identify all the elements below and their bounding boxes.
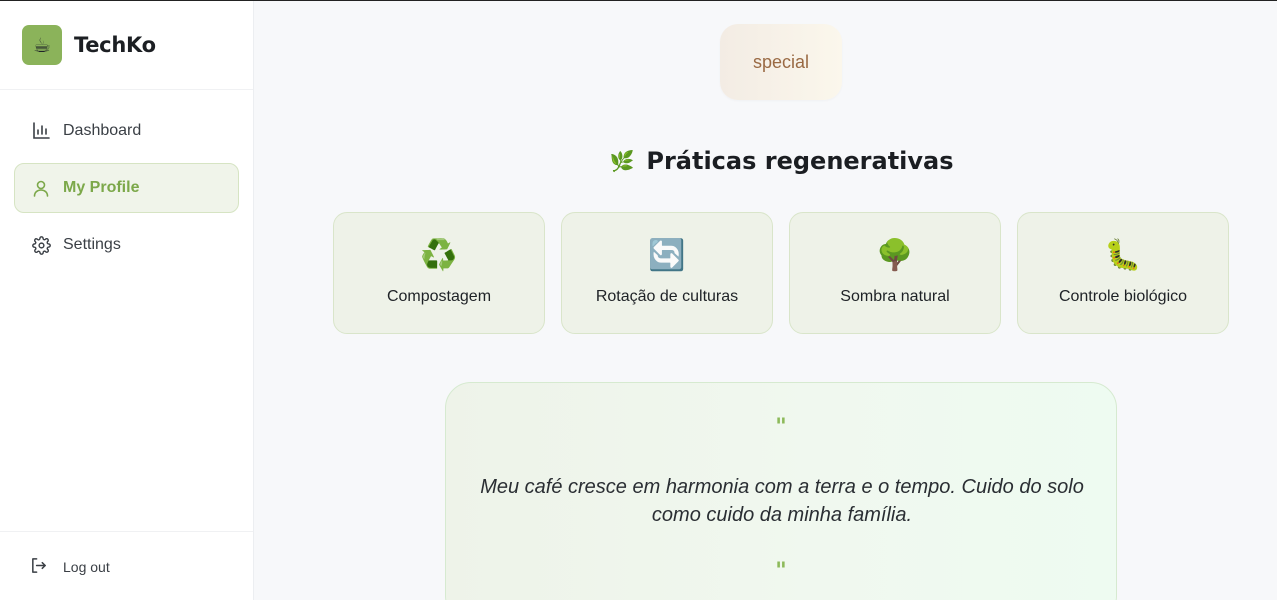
rotate-icon: 🔄 <box>648 239 686 272</box>
logout-button[interactable]: Log out <box>0 531 253 600</box>
herb-icon: 🌿 <box>609 149 635 173</box>
sidebar-item-dashboard[interactable]: Dashboard <box>14 106 239 156</box>
section-title-text: Práticas regenerativas <box>646 147 954 175</box>
gear-icon <box>31 235 51 255</box>
section-title: 🌿 Práticas regenerativas <box>254 147 1277 175</box>
practice-label: Sombra natural <box>840 288 950 305</box>
quote-text: Meu café cresce em harmonia com a terra … <box>480 476 1084 526</box>
practice-label: Compostagem <box>386 288 492 305</box>
practice-card-controle[interactable]: 🐛 Controle biológico <box>1017 212 1229 334</box>
sidebar: ☕ TechKo Dashboard My Profile Settings L… <box>0 1 254 600</box>
tree-icon: 🌳 <box>876 239 914 272</box>
practice-card-compostagem[interactable]: ♻️ Compostagem <box>333 212 545 334</box>
sidebar-item-settings[interactable]: Settings <box>14 220 239 270</box>
practices-list: ♻️ Compostagem 🔄 Rotação de culturas 🌳 S… <box>333 212 1229 334</box>
brand-name: TechKo <box>74 33 156 57</box>
bar-chart-icon <box>31 121 51 141</box>
sidebar-item-label: My Profile <box>63 179 140 196</box>
logout-icon <box>30 557 47 577</box>
caterpillar-icon: 🐛 <box>1104 239 1142 272</box>
brand-logo[interactable]: ☕ <box>22 25 62 65</box>
brand-header: ☕ TechKo <box>0 1 253 90</box>
sidebar-nav: Dashboard My Profile Settings <box>0 90 253 270</box>
practice-card-sombra[interactable]: 🌳 Sombra natural <box>789 212 1001 334</box>
quote-open-mark: " <box>775 415 787 440</box>
logout-label: Log out <box>63 558 110 575</box>
recycle-icon: ♻️ <box>420 239 458 272</box>
practice-label: Controle biológico <box>1058 288 1188 305</box>
user-icon <box>31 178 51 198</box>
practice-label: Rotação de culturas <box>595 288 739 305</box>
quote-close-mark: " <box>775 559 787 584</box>
special-badge: special <box>720 24 842 100</box>
main-content: special 🌿 Práticas regenerativas ♻️ Comp… <box>254 1 1277 600</box>
sidebar-item-my-profile[interactable]: My Profile <box>14 163 239 213</box>
testimonial-quote: " Meu café cresce em harmonia com a terr… <box>445 382 1117 600</box>
sidebar-item-label: Settings <box>63 236 121 253</box>
sidebar-item-label: Dashboard <box>63 122 142 139</box>
practice-card-rotacao[interactable]: 🔄 Rotação de culturas <box>561 212 773 334</box>
